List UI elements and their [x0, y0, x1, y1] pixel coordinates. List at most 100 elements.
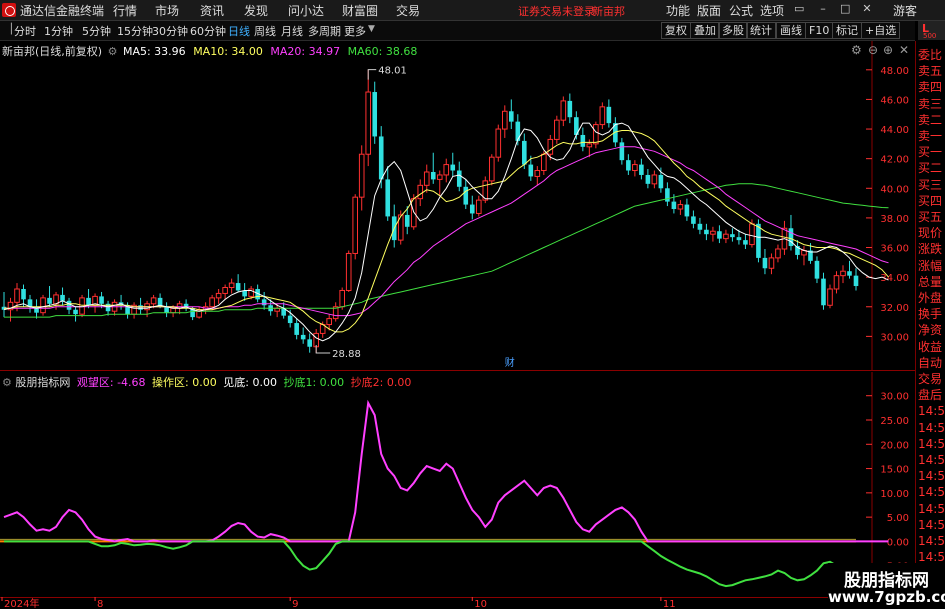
sidebar-item[interactable]: 卖四 — [918, 81, 942, 93]
btn-huaxian[interactable]: 画线 — [776, 22, 806, 39]
zoom-in-icon[interactable]: ⊕ — [883, 43, 893, 57]
candle-body — [619, 142, 625, 161]
btn-f10[interactable]: F10 — [805, 22, 834, 39]
zoom-out-icon[interactable]: ⊖ — [868, 43, 878, 57]
sidebar-item[interactable]: 买三 — [918, 179, 942, 191]
date-tick-label: 11 — [663, 599, 676, 609]
candle-body — [599, 106, 606, 126]
sidebar-item[interactable]: 14:5 — [918, 519, 945, 531]
menu-jiaoyi[interactable]: 交易 — [396, 2, 420, 19]
period-monthly[interactable]: 月线 — [281, 23, 303, 39]
period-more[interactable]: 更多 — [344, 23, 366, 39]
menu-caifuquan[interactable]: 财富圈 — [342, 2, 378, 19]
menu-gongshi[interactable]: 公式 — [729, 2, 753, 19]
menu-gongneng[interactable]: 功能 — [666, 2, 690, 19]
sidebar-item[interactable]: 14:5 — [918, 405, 945, 417]
user-guest[interactable]: 游客 — [893, 2, 917, 19]
menu-xuanxiang[interactable]: 选项 — [760, 2, 784, 19]
menu-faxian[interactable]: 发现 — [244, 2, 268, 19]
price-tick-label: 46.00 — [880, 95, 909, 106]
chart-settings-icon[interactable]: ⚙ — [851, 43, 862, 57]
menu-hangqing[interactable]: 行情 — [113, 2, 137, 19]
sidebar-item[interactable]: 净资 — [918, 324, 942, 336]
candle-body — [60, 294, 65, 301]
period-fenshi[interactable]: 分时 — [14, 23, 36, 39]
candle-body — [743, 240, 748, 245]
sidebar-item[interactable]: 委比 — [918, 49, 942, 61]
level-box[interactable]: L 500 — [918, 21, 945, 40]
period-multi[interactable]: 多周期 — [308, 23, 341, 39]
btn-biaoji[interactable]: 标记 — [832, 22, 862, 39]
quote-sidebar: 委比卖五卖四卖三卖二卖一买一买二买三买四买五现价涨跌涨幅总量外盘换手净资收益自动… — [915, 41, 945, 609]
sidebar-item[interactable]: 14:5 — [918, 470, 945, 482]
sidebar-item[interactable]: 盘后 — [918, 389, 942, 401]
period-5min[interactable]: 5分钟 — [82, 23, 111, 39]
sidebar-item[interactable]: 买一 — [918, 146, 942, 158]
btn-duogu[interactable]: 多股 — [718, 22, 748, 39]
sidebar-item[interactable]: 卖一 — [918, 130, 942, 142]
btn-diejia[interactable]: 叠加 — [690, 22, 720, 39]
menu-zixun[interactable]: 资讯 — [200, 2, 224, 19]
chevron-down-icon[interactable]: ▼ — [368, 24, 375, 34]
period-60min[interactable]: 60分钟 — [190, 23, 226, 39]
settings-gear-icon[interactable]: ⚙ — [108, 45, 118, 58]
sidebar-item[interactable]: 卖五 — [918, 65, 942, 77]
maximize-icon[interactable]: □ — [840, 3, 850, 14]
sidebar-item[interactable]: 总量 — [918, 276, 942, 288]
sidebar-item[interactable]: 交易 — [918, 373, 942, 385]
period-15min[interactable]: 15分钟 — [117, 23, 153, 39]
period-1min[interactable]: 1分钟 — [44, 23, 73, 39]
sidebar-item[interactable]: 换手 — [918, 308, 942, 320]
sidebar-item[interactable]: 14:5 — [918, 438, 945, 450]
sidebar-item[interactable]: 买五 — [918, 211, 942, 223]
sidebar-item[interactable]: 14:5 — [918, 535, 945, 547]
date-tick-label: 9 — [292, 599, 298, 609]
sidebar-item[interactable]: 14:5 — [918, 486, 945, 498]
btn-fuquan[interactable]: 复权 — [661, 22, 691, 39]
restore-icon[interactable]: ▭ — [794, 3, 804, 14]
menu-banmian[interactable]: 版面 — [697, 2, 721, 19]
candle-body — [762, 257, 768, 269]
notice-stock-name[interactable]: 新亩邦 — [592, 3, 625, 19]
sidebar-item[interactable]: 14:5 — [918, 454, 945, 466]
menu-shichang[interactable]: 市场 — [155, 2, 179, 19]
sidebar-item[interactable]: 涨幅 — [918, 260, 942, 272]
candle-body — [150, 297, 157, 305]
indicator-series-1 — [4, 540, 889, 588]
sidebar-item[interactable]: 收益 — [918, 341, 942, 353]
sidebar-item[interactable]: 买四 — [918, 195, 942, 207]
sidebar-item[interactable]: 14:5 — [918, 422, 945, 434]
candle-body — [736, 237, 742, 241]
sidebar-item[interactable]: 买二 — [918, 162, 942, 174]
sidebar-item[interactable]: 14:5 — [918, 551, 945, 563]
indicator-tick-label: 30.00 — [880, 392, 909, 403]
indicator-v2: 操作区: 0.00 — [152, 376, 217, 389]
period-weekly[interactable]: 周线 — [254, 23, 276, 39]
trade-login-notice[interactable]: 证券交易未登录 — [518, 3, 595, 19]
sidebar-item[interactable]: 现价 — [918, 227, 942, 239]
candle-body — [586, 143, 593, 148]
indicator-toggle-icon[interactable]: ⚙ — [2, 376, 12, 389]
sidebar-item[interactable]: 外盘 — [918, 292, 942, 304]
menu-wenxiaoda[interactable]: 问小达 — [288, 2, 324, 19]
candle-body — [378, 136, 384, 180]
period-daily[interactable]: 日线 — [228, 23, 250, 39]
candle-body — [326, 318, 332, 326]
sidebar-item[interactable]: 14:5 — [918, 503, 945, 515]
candle-body — [417, 184, 424, 200]
sidebar-item[interactable]: 涨跌 — [918, 243, 942, 255]
sidebar-item[interactable]: 自动 — [918, 357, 942, 369]
candlestick-chart[interactable]: 30.0032.0034.0036.0038.0040.0042.0044.00… — [0, 41, 915, 371]
indicator-chart[interactable]: -5.000.005.0010.0015.0020.0025.0030.00 — [0, 372, 915, 597]
close-icon[interactable]: ✕ — [862, 3, 872, 14]
btn-tongji[interactable]: 统计 — [746, 22, 776, 39]
minimize-icon[interactable]: – — [818, 3, 828, 14]
period-30min[interactable]: 30分钟 — [152, 23, 188, 39]
date-tick-label: 8 — [97, 599, 103, 609]
btn-add-watchlist[interactable]: +自选 — [861, 22, 901, 39]
chart-close-icon[interactable]: ✕ — [899, 43, 909, 57]
candle-body — [522, 140, 527, 165]
left-arrow-icon[interactable]: ▕ — [4, 24, 12, 35]
sidebar-item[interactable]: 卖二 — [918, 114, 942, 126]
sidebar-item[interactable]: 卖三 — [918, 98, 942, 110]
